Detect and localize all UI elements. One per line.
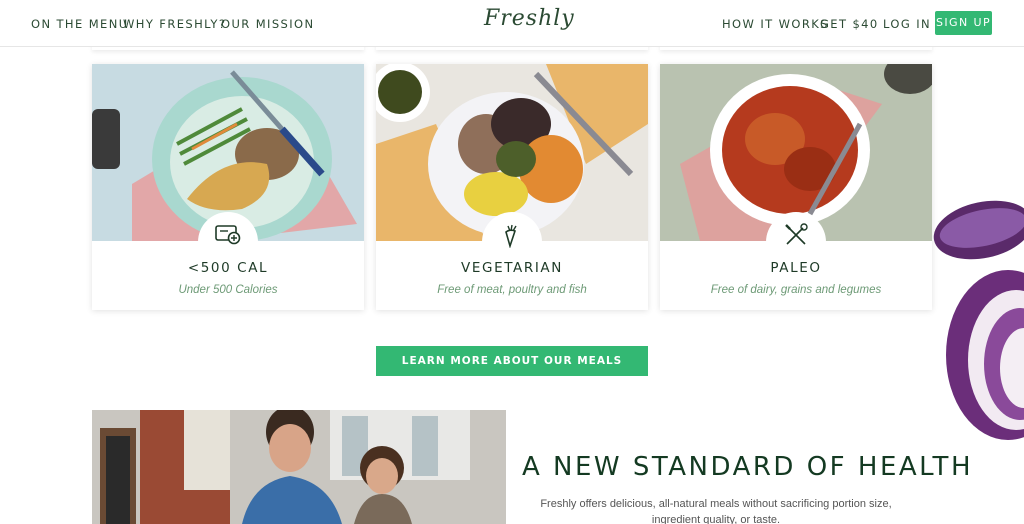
nav-link-why-freshly[interactable]: WHY FRESHLY? — [123, 17, 226, 31]
sign-up-button[interactable]: SIGN UP — [935, 11, 992, 35]
crossed-tools-icon — [783, 222, 809, 253]
meal-card-paleo[interactable]: PALEO Free of dairy, grains and legumes — [660, 64, 932, 310]
section-body: Freshly offers delicious, all-natural me… — [540, 498, 892, 524]
top-nav: ON THE MENU WHY FRESHLY? OUR MISSION Fre… — [0, 0, 1024, 47]
learn-more-meals-button[interactable]: LEARN MORE ABOUT OUR MEALS — [376, 346, 648, 376]
card-subtitle: Free of meat, poultry and fish — [437, 284, 587, 296]
decorative-onion-image — [928, 180, 1024, 440]
nav-link-our-mission[interactable]: OUR MISSION — [221, 17, 314, 31]
meal-card-under-500-cal[interactable]: <500 CAL Under 500 Calories — [92, 64, 364, 310]
card-subtitle: Under 500 Calories — [178, 284, 278, 296]
carrot-icon — [502, 222, 522, 253]
card-title: PALEO — [770, 260, 822, 276]
scale-icon — [214, 222, 242, 251]
card-title: <500 CAL — [187, 260, 269, 276]
card-title: VEGETARIAN — [461, 260, 563, 276]
nav-link-how-it-works[interactable]: HOW IT WORKS — [722, 17, 829, 31]
card-subtitle: Free of dairy, grains and legumes — [710, 284, 882, 296]
kitchen-couple-photo — [92, 410, 506, 524]
meal-card-vegetarian[interactable]: VEGETARIAN Free of meat, poultry and fis… — [376, 64, 648, 310]
freshly-logo[interactable]: Freshly — [484, 6, 575, 31]
nav-link-on-the-menu[interactable]: ON THE MENU — [31, 17, 129, 31]
section-headline: A NEW STANDARD OF HEALTH — [522, 452, 973, 482]
nav-link-log-in[interactable]: LOG IN — [883, 17, 931, 31]
nav-link-get-40[interactable]: GET $40 — [820, 17, 879, 31]
